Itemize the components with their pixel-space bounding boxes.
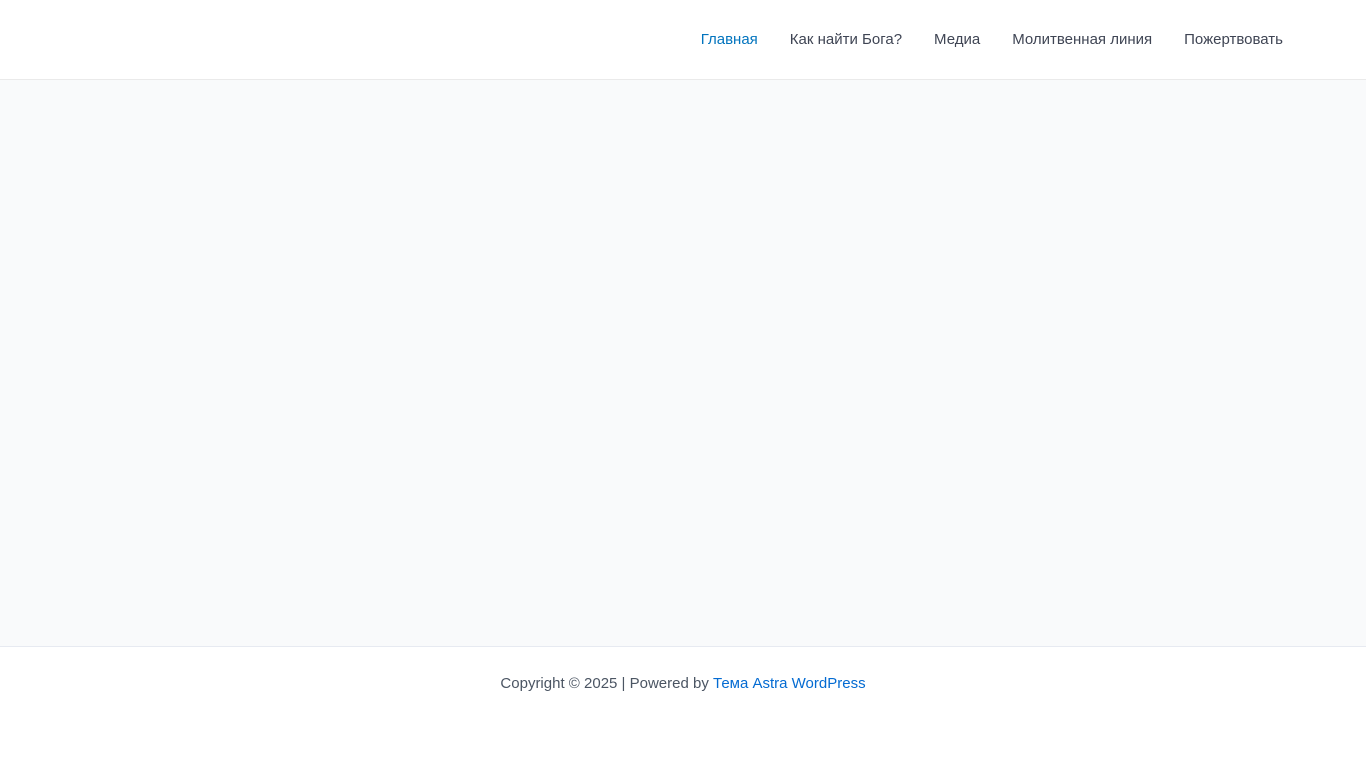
- primary-navigation: Главная Как найти Бога? Медиа Молитвенная л…: [685, 0, 1283, 80]
- nav-item-pozhertvovat: Пожертвовать: [1168, 0, 1283, 80]
- nav-link-molitvennaya-liniya[interactable]: Молитвенная линия: [996, 0, 1168, 80]
- site-footer: Copyright © 2025 | Powered by Тема Astra…: [0, 647, 1366, 696]
- nav-link-pozhertvovat[interactable]: Пожертвовать: [1168, 0, 1283, 80]
- page-content: [0, 80, 1366, 647]
- nav-link-media[interactable]: Медиа: [918, 0, 996, 80]
- nav-menu: Главная Как найти Бога? Медиа Молитвенная л…: [685, 0, 1283, 80]
- footer-credit: Copyright © 2025 | Powered by Тема Astra…: [0, 672, 1366, 696]
- nav-item-media: Медиа: [918, 0, 996, 80]
- nav-link-kak-nayti-boga[interactable]: Как найти Бога?: [774, 0, 918, 80]
- theme-credit-link[interactable]: Тема Astra WordPress: [713, 675, 866, 692]
- nav-item-glavnaya: Главная: [685, 0, 774, 80]
- nav-item-molitvennaya-liniya: Молитвенная линия: [996, 0, 1168, 80]
- site-header: Главная Как найти Бога? Медиа Молитвенная л…: [0, 0, 1366, 80]
- copyright-text: Copyright © 2025 | Powered by: [500, 675, 709, 692]
- header-container: Главная Как найти Бога? Медиа Молитвенная л…: [63, 0, 1303, 79]
- nav-item-kak-nayti-boga: Как найти Бога?: [774, 0, 918, 80]
- nav-link-glavnaya[interactable]: Главная: [685, 0, 774, 80]
